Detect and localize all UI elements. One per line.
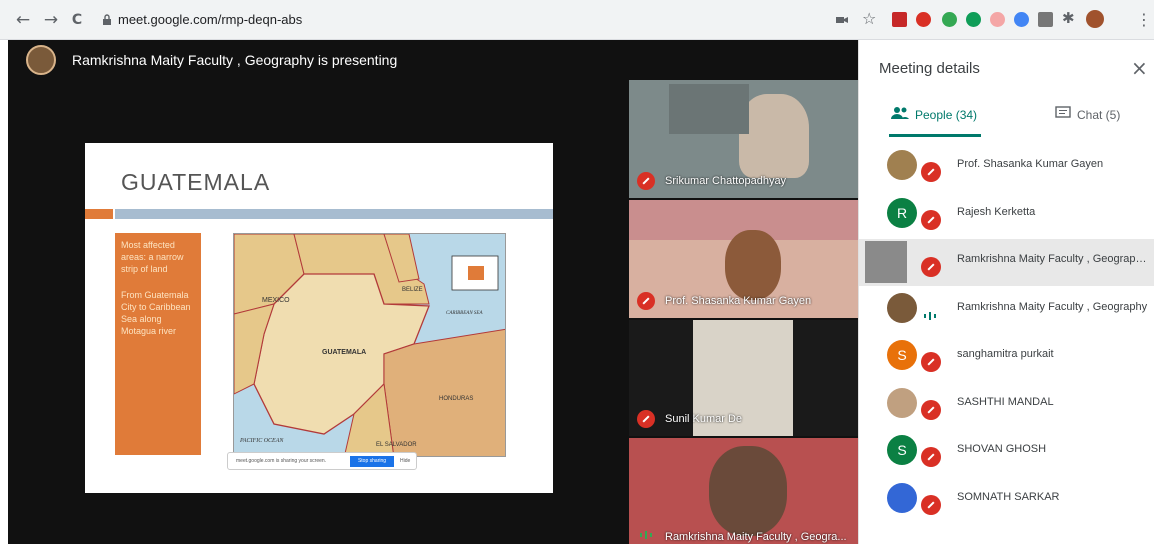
extension-icon[interactable]: [892, 12, 907, 27]
map-label-salvador: EL SALVADOR: [376, 442, 417, 448]
slide-bullet: From Guatemala City to Caribbean Sea alo…: [121, 290, 191, 336]
forward-icon[interactable]: →: [42, 11, 60, 29]
chat-icon: [1055, 106, 1071, 118]
muted-icon: [921, 399, 941, 420]
participant-tile[interactable]: Sunil Kumar De: [629, 320, 858, 436]
sharing-banner: meet.google.com is sharing your screen. …: [227, 452, 417, 470]
participant-tile[interactable]: Srikumar Chattopadhyay: [629, 80, 858, 198]
map-graphic: MEXICO BELIZE GUATEMALA HONDURAS EL SALV…: [234, 234, 505, 456]
participant-name: Prof. Shasanka Kumar Gayen: [957, 158, 1104, 170]
presenter-text: Ramkrishna Maity Faculty , Geography is …: [72, 52, 398, 68]
participant-tile[interactable]: Ramkrishna Maity Faculty , Geogra...: [629, 438, 858, 544]
muted-icon: [637, 172, 655, 190]
participant-name: Ramkrishna Maity Faculty , Geograph...: [957, 253, 1149, 265]
avatar: [887, 482, 917, 513]
extension-icon[interactable]: [990, 12, 1005, 27]
avatar: R: [887, 197, 917, 228]
extension-icon[interactable]: [916, 12, 931, 27]
slide-rule-bar: [115, 209, 553, 219]
menu-icon[interactable]: ⋮: [1136, 10, 1152, 29]
participant-tile[interactable]: Prof. Shasanka Kumar Gayen: [629, 200, 858, 318]
muted-icon: [921, 209, 941, 230]
participant-name: Srikumar Chattopadhyay: [665, 175, 787, 187]
people-icon: [891, 107, 909, 119]
participant-row[interactable]: Ramkrishna Maity Faculty , Geograph...: [859, 239, 1154, 286]
audio-level-icon: [924, 311, 936, 320]
avatar: S: [887, 435, 917, 465]
participant-row[interactable]: SASHTHI MANDAL: [859, 382, 1154, 429]
presenter-avatar: [26, 45, 56, 75]
map-label-pacific: PACIFIC OCEAN: [239, 438, 284, 444]
participant-name: SOMNATH SARKAR: [957, 490, 1060, 503]
audio-level-icon: [640, 531, 652, 539]
participant-name: Ramkrishna Maity Faculty , Geography: [957, 300, 1148, 313]
avatar: [887, 150, 917, 180]
puzzle-icon[interactable]: ✱: [1062, 9, 1075, 27]
participant-row[interactable]: SOMNATH SARKAR: [859, 477, 1154, 524]
muted-icon: [921, 257, 941, 277]
participant-name: SASHTHI MANDAL: [957, 395, 1054, 408]
map-label-caribbean: CARIBBEAN SEA: [446, 311, 483, 316]
meeting-details-panel: Meeting details × People (34) Chat (5) P…: [858, 40, 1154, 544]
lock-icon: [103, 14, 111, 25]
presenter-bar: Ramkrishna Maity Faculty , Geography is …: [8, 40, 628, 80]
muted-icon: [921, 494, 941, 515]
muted-icon: [921, 162, 941, 182]
panel-title: Meeting details: [879, 60, 980, 77]
participant-name: Rajesh Kerketta: [957, 205, 1036, 218]
participant-row[interactable]: Prof. Shasanka Kumar Gayen: [859, 144, 1154, 191]
slide-text-box: Most affected areas: a narrow strip of l…: [115, 233, 201, 455]
avatar: [887, 387, 917, 418]
participant-row[interactable]: Ramkrishna Maity Faculty , Geography: [859, 287, 1154, 334]
slide-title: GUATEMALA: [121, 169, 271, 195]
extension-icon[interactable]: [942, 12, 957, 27]
hide-button[interactable]: Hide: [400, 458, 410, 464]
avatar: S: [887, 340, 917, 370]
extension-icon[interactable]: [1014, 12, 1029, 27]
address-bar[interactable]: meet.google.com/rmp-deqn-abs: [96, 8, 816, 32]
browser-toolbar: ← → C meet.google.com/rmp-deqn-abs ☆ ✱ ⋮: [0, 0, 1154, 40]
muted-icon: [637, 410, 655, 428]
map-label-mexico: MEXICO: [262, 297, 290, 304]
participant-name: Ramkrishna Maity Faculty , Geogra...: [665, 531, 847, 543]
profile-avatar[interactable]: [1086, 10, 1104, 28]
participant-name: Prof. Shasanka Kumar Gayen: [665, 295, 812, 307]
participant-name: sanghamitra purkait: [957, 348, 1054, 360]
url-text: meet.google.com/rmp-deqn-abs: [118, 12, 303, 27]
back-icon[interactable]: ←: [14, 11, 32, 29]
meeting-stage: Ramkrishna Maity Faculty , Geography is …: [8, 40, 858, 544]
avatar: [865, 241, 907, 283]
star-icon[interactable]: ☆: [862, 9, 876, 28]
map-label-honduras: HONDURAS: [439, 396, 473, 402]
camera-icon[interactable]: [836, 14, 848, 26]
muted-icon: [921, 447, 941, 467]
extension-icon[interactable]: [1038, 12, 1053, 27]
stop-sharing-button[interactable]: Stop sharing: [350, 456, 394, 467]
participant-name: Sunil Kumar De: [665, 413, 743, 425]
slide-bullet: Most affected areas: a narrow strip of l…: [121, 240, 184, 274]
participant-name: SHOVAN GHOSH: [957, 443, 1047, 455]
sharing-text: meet.google.com is sharing your screen.: [236, 458, 327, 464]
close-icon[interactable]: ×: [1131, 56, 1148, 80]
shared-slide: GUATEMALA Most affected areas: a narrow …: [85, 143, 553, 493]
map-label-belize: BELIZE: [402, 287, 423, 293]
participant-row[interactable]: R Rajesh Kerketta: [859, 192, 1154, 239]
tab-chat-label: Chat (5): [1077, 108, 1121, 122]
slide-accent-bar: [85, 209, 113, 219]
participant-row[interactable]: S SHOVAN GHOSH: [859, 429, 1154, 476]
tab-people-label: People (34): [915, 108, 978, 122]
reload-icon[interactable]: C: [68, 11, 86, 29]
muted-icon: [921, 352, 941, 372]
extension-icon[interactable]: [966, 12, 981, 27]
map-label-guatemala: GUATEMALA: [322, 349, 366, 356]
avatar: [887, 292, 917, 323]
active-tab-indicator: [889, 134, 981, 137]
muted-icon: [637, 292, 655, 310]
guatemala-map: MEXICO BELIZE GUATEMALA HONDURAS EL SALV…: [233, 233, 506, 457]
participant-row[interactable]: Ssanghamitra purkait: [859, 334, 1154, 381]
